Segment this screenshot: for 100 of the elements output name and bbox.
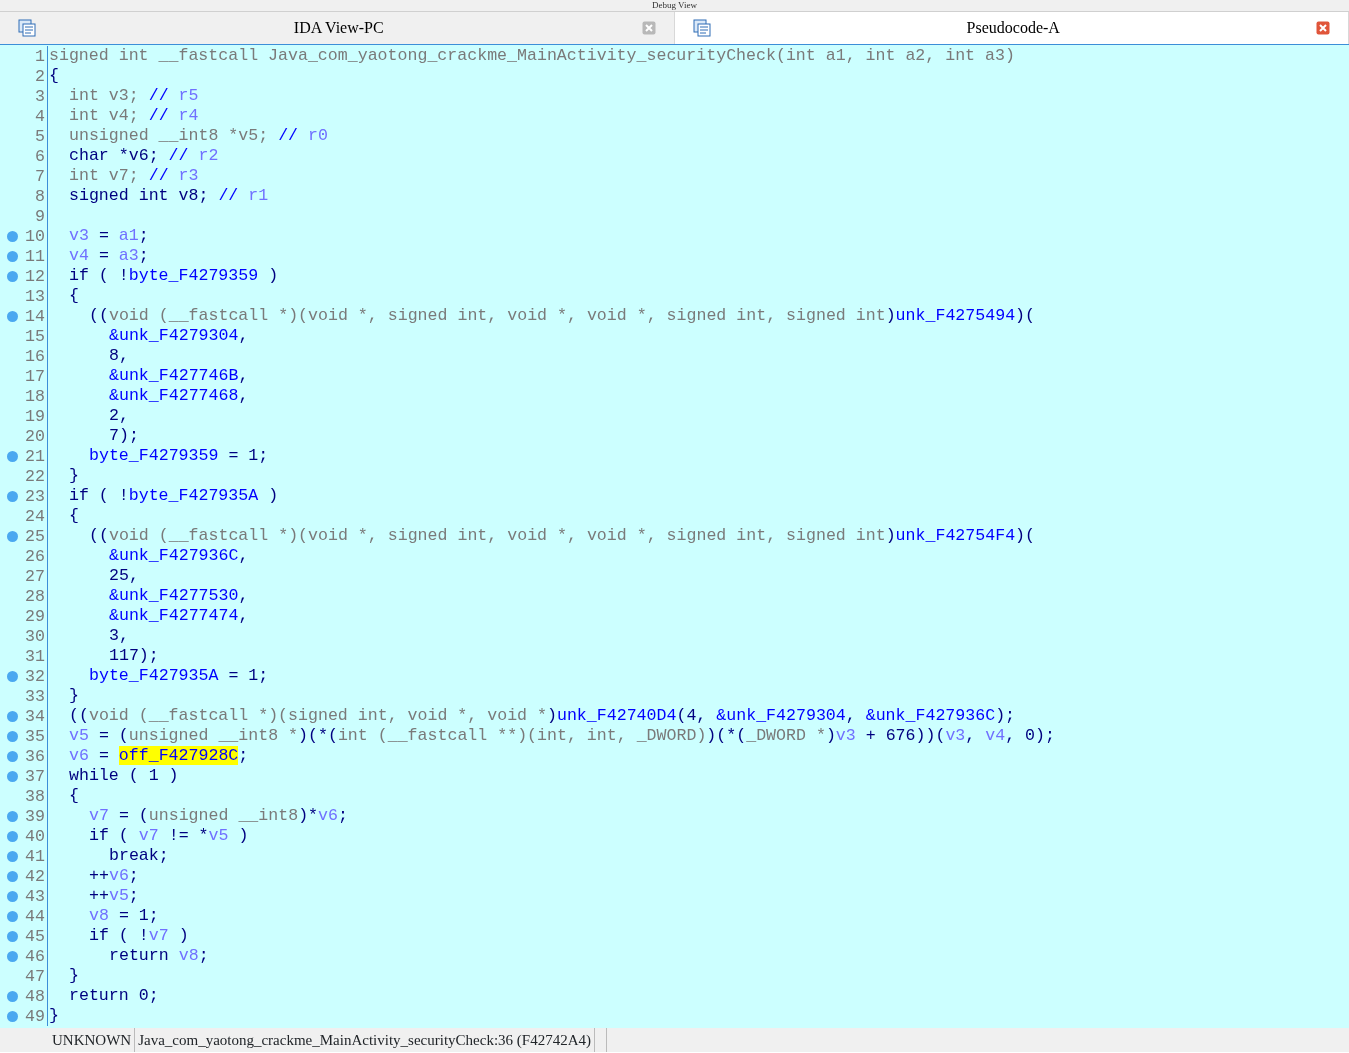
breakpoint-dot[interactable]	[7, 910, 18, 922]
code-text: ++	[89, 866, 109, 885]
line-number: 21	[25, 446, 45, 466]
line-number: 40	[25, 826, 45, 846]
code-text: ;	[338, 806, 348, 825]
variable-name: v7	[89, 806, 109, 825]
code-text: =	[97, 226, 110, 245]
code-text: }	[69, 686, 79, 705]
line-number: 10	[25, 226, 45, 246]
code-text: )	[885, 526, 896, 545]
type-text: int v3;	[69, 86, 140, 105]
code-text: )(	[1015, 306, 1036, 325]
code-text: ,	[238, 366, 249, 385]
symbol-name[interactable]: byte_F427935A	[128, 486, 259, 505]
breakpoint-dot[interactable]	[7, 750, 18, 762]
line-number: 29	[25, 606, 45, 626]
code-text: ((	[89, 306, 109, 325]
breakpoint-dot[interactable]	[7, 450, 18, 462]
code-text: if ( !	[69, 486, 129, 505]
variable-name: v4	[69, 246, 89, 265]
variable-name: v8	[178, 946, 199, 965]
line-number: 34	[25, 706, 45, 726]
breakpoint-dot[interactable]	[7, 490, 18, 502]
line-number: 48	[25, 986, 45, 1006]
tab-title: IDA View-PC	[292, 19, 385, 37]
symbol-name[interactable]: &unk_F427746B	[109, 366, 239, 385]
symbol-name[interactable]: unk_F42740D4	[556, 706, 677, 725]
type-text: void (__fastcall *)(void *, signed int, void *, void *, signed int, signed int	[108, 526, 886, 545]
code-text: ++	[89, 886, 109, 905]
breakpoint-dot[interactable]	[7, 990, 18, 1002]
symbol-name[interactable]: &unk_F4277530	[109, 586, 239, 605]
breakpoint-dot[interactable]	[7, 670, 18, 682]
variable-name: v3	[945, 726, 966, 745]
code-text: )	[547, 706, 557, 725]
code-text: ;	[238, 746, 249, 765]
window-icon	[18, 19, 36, 37]
line-number: 41	[25, 846, 45, 866]
code-text: = 1;	[227, 666, 269, 685]
code-text: ;	[138, 226, 149, 245]
tab[interactable]: IDA View-PC	[0, 12, 675, 44]
breakpoint-dot[interactable]	[7, 810, 18, 822]
breakpoint-dot[interactable]	[7, 870, 18, 882]
line-number: 28	[25, 586, 45, 606]
breakpoint-dot[interactable]	[7, 530, 18, 542]
symbol-name[interactable]: byte_F427935A	[89, 666, 219, 685]
type-text: _DWORD *	[746, 726, 826, 745]
breakpoint-dot[interactable]	[7, 950, 18, 962]
symbol-name[interactable]: &unk_F4279304	[109, 326, 239, 345]
line-number: 19	[25, 406, 45, 426]
variable-name: r4	[178, 106, 199, 125]
breakpoint-dot[interactable]	[7, 310, 18, 322]
symbol-name[interactable]: &unk_F427936C	[109, 546, 239, 565]
line-number: 37	[25, 766, 45, 786]
symbol-name[interactable]: byte_F4279359	[89, 446, 219, 465]
code-text: return 0;	[69, 986, 159, 1005]
line-number: 5	[35, 126, 45, 146]
variable-name: v7	[148, 926, 169, 945]
line-number: 27	[25, 566, 45, 586]
breakpoint-dot[interactable]	[7, 930, 18, 942]
code-text: );	[995, 706, 1016, 725]
code-text: =	[97, 246, 110, 265]
code-text: != *	[167, 826, 209, 845]
breakpoint-dot[interactable]	[7, 830, 18, 842]
symbol-name[interactable]: byte_F4279359	[128, 266, 259, 285]
line-number: 6	[35, 146, 45, 166]
breakpoint-dot[interactable]	[7, 230, 18, 242]
breakpoint-dot[interactable]	[7, 1010, 18, 1022]
code-text: {	[69, 506, 79, 525]
code-text: 25,	[109, 566, 139, 585]
tab-title[interactable]: Debug View	[651, 0, 697, 11]
symbol-name[interactable]: &unk_F427936C	[865, 706, 996, 725]
close-icon[interactable]	[641, 21, 656, 35]
symbol-name[interactable]: &unk_F4279304	[716, 706, 846, 725]
breakpoint-dot[interactable]	[7, 250, 18, 262]
code-text: ,	[238, 606, 249, 625]
code-text: ,	[238, 586, 249, 605]
close-icon[interactable]	[1316, 21, 1330, 35]
highlighted-symbol[interactable]: off_F427928C	[118, 746, 239, 765]
symbol-name[interactable]: &unk_F4277468	[109, 386, 239, 405]
line-number: 9	[35, 206, 45, 226]
variable-name: v5	[208, 826, 229, 845]
line-number: 14	[25, 306, 45, 326]
breakpoint-dot[interactable]	[7, 730, 18, 742]
variable-name: v3	[69, 226, 89, 245]
code-text: = (	[117, 806, 149, 825]
symbol-name[interactable]: unk_F42754F4	[895, 526, 1016, 545]
code-text: if ( !	[89, 926, 149, 945]
code-text: if (	[89, 826, 130, 845]
variable-name: v3	[835, 726, 856, 745]
line-number: 47	[25, 966, 45, 986]
breakpoint-dot[interactable]	[7, 710, 18, 722]
variable-name: r3	[178, 166, 199, 185]
symbol-name[interactable]: &unk_F4277474	[109, 606, 239, 625]
variable-name: r0	[308, 126, 328, 145]
breakpoint-dot[interactable]	[7, 850, 18, 862]
breakpoint-dot[interactable]	[7, 270, 18, 282]
type-text: void (__fastcall *)(signed int, void *, void *	[88, 706, 547, 725]
symbol-name[interactable]: unk_F4275494	[895, 306, 1016, 325]
breakpoint-dot[interactable]	[7, 890, 18, 902]
breakpoint-dot[interactable]	[7, 770, 18, 782]
